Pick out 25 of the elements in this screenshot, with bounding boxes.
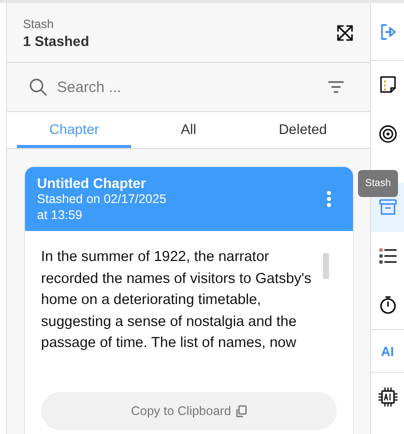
target-icon bbox=[378, 124, 398, 144]
note-icon bbox=[378, 75, 398, 95]
filter-icon bbox=[328, 81, 344, 93]
panel-title: Stash bbox=[23, 16, 55, 30]
more-icon bbox=[327, 191, 331, 207]
archive-icon bbox=[378, 197, 398, 217]
card-timestamp: Stashed on 02/17/2025 at 13:59 bbox=[37, 191, 166, 223]
card-title: Untitled Chapter bbox=[37, 175, 147, 191]
list-icon bbox=[378, 246, 398, 266]
copy-icon bbox=[235, 404, 248, 418]
search-field[interactable]: Search ... bbox=[57, 74, 318, 100]
tab[interactable]: Deleted bbox=[246, 112, 360, 148]
tab[interactable]: All bbox=[131, 112, 246, 148]
stopwatch-icon bbox=[378, 295, 398, 315]
card-text: In the summer of 1922, the narrator recorded the names of visitors to Gatsby's home on a deteriorating timetable, suggesting a sense of nostalgia and the passage of time. The list of names, now bbox=[41, 248, 312, 353]
expand-button[interactable] bbox=[336, 24, 354, 42]
stash-count: 1 Stashed bbox=[23, 32, 90, 48]
ai-button[interactable]: AI bbox=[371, 330, 404, 373]
expand-icon bbox=[336, 24, 354, 42]
filter-button[interactable] bbox=[328, 81, 344, 93]
tooltip: Stash bbox=[358, 170, 398, 197]
copy-button[interactable]: Copy to Clipboard bbox=[41, 392, 337, 430]
chip-icon bbox=[378, 387, 398, 407]
search-icon bbox=[29, 78, 47, 96]
more-button[interactable] bbox=[327, 191, 331, 207]
